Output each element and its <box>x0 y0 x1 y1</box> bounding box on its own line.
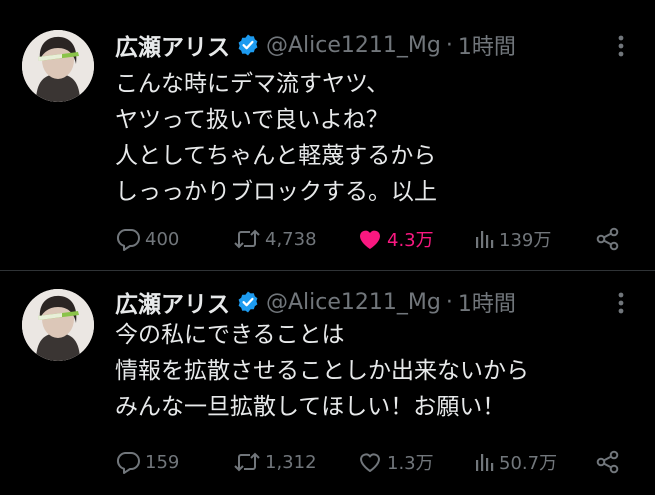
tweet-header: 広瀬アリス @Alice1211_Mg · 1時間 <box>115 28 516 62</box>
author-name[interactable]: 広瀬アリス <box>115 285 230 319</box>
views-chart-icon <box>476 231 494 248</box>
more-options-icon[interactable] <box>617 291 625 315</box>
share-button[interactable] <box>595 447 625 477</box>
repost-count: 4,738 <box>265 228 317 250</box>
share-icon <box>596 450 619 474</box>
verified-badge-icon <box>238 291 258 313</box>
author-name[interactable]: 広瀬アリス <box>115 28 230 62</box>
separator-dot: · <box>445 289 453 315</box>
separator-dot: · <box>445 32 453 58</box>
verified-badge-icon <box>238 34 258 56</box>
repost-button[interactable]: 1,312 <box>233 447 317 477</box>
tweet-text-line: みんな一旦拡散してほしい！お願い！ <box>115 394 506 420</box>
reply-icon <box>116 452 140 474</box>
views-button[interactable]: 139万 <box>473 224 551 254</box>
share-icon <box>596 227 619 251</box>
share-button[interactable] <box>595 224 625 254</box>
like-button[interactable]: 1.3万 <box>357 447 434 477</box>
repost-button[interactable]: 4,738 <box>233 224 317 254</box>
views-button[interactable]: 50.7万 <box>473 447 557 477</box>
reply-count: 159 <box>145 451 180 473</box>
reply-count: 400 <box>145 228 180 250</box>
views-chart-icon <box>476 454 494 471</box>
repost-count: 1,312 <box>265 451 317 473</box>
like-count: 4.3万 <box>387 230 434 251</box>
tweet[interactable]: 広瀬アリス @Alice1211_Mg · 1時間 今の私にできることは 情報を… <box>0 271 655 495</box>
action-bar: 159 1,312 1.3万 50.7万 <box>115 447 625 477</box>
tweet-text-line: 情報を拡散させることしか出来ないから <box>115 358 529 384</box>
like-count: 1.3万 <box>387 453 434 474</box>
tweet-text: 今の私にできることは 情報を拡散させることしか出来ないから みんな一旦拡散してほ… <box>115 317 529 425</box>
repost-icon <box>234 229 260 249</box>
repost-icon <box>234 452 260 472</box>
timestamp[interactable]: 1時間 <box>458 29 516 61</box>
tweet-text-line: こんな時にデマ流すヤツ、 <box>115 71 390 97</box>
views-count: 50.7万 <box>499 453 558 474</box>
tweet-text-line: ヤツって扱いで良いよね？ <box>115 107 389 133</box>
reply-button[interactable]: 159 <box>115 447 179 477</box>
like-button[interactable]: 4.3万 <box>357 224 434 254</box>
action-bar: 400 4,738 4.3万 139万 <box>115 224 625 254</box>
tweet-text: こんな時にデマ流すヤツ、 ヤツって扱いで良いよね？ 人としてちゃんと軽蔑するから… <box>115 66 437 210</box>
tweet-text-line: 人としてちゃんと軽蔑するから <box>115 143 437 169</box>
tweet[interactable]: 広瀬アリス @Alice1211_Mg · 1時間 こんな時にデマ流すヤツ、 ヤ… <box>0 0 655 270</box>
reply-button[interactable]: 400 <box>115 224 179 254</box>
reply-icon <box>116 229 140 251</box>
author-handle[interactable]: @Alice1211_Mg <box>266 290 441 315</box>
avatar[interactable] <box>22 289 94 361</box>
tweet-header: 広瀬アリス @Alice1211_Mg · 1時間 <box>115 285 516 319</box>
timestamp[interactable]: 1時間 <box>458 286 516 318</box>
views-count: 139万 <box>499 230 552 251</box>
avatar[interactable] <box>22 30 94 102</box>
heart-filled-icon <box>360 230 380 249</box>
author-handle[interactable]: @Alice1211_Mg <box>266 33 441 58</box>
heart-outline-icon <box>360 453 380 472</box>
tweet-text-line: しっっかりブロックする。以上 <box>115 179 437 205</box>
tweet-text-line: 今の私にできることは <box>115 322 345 348</box>
more-options-icon[interactable] <box>617 34 625 58</box>
